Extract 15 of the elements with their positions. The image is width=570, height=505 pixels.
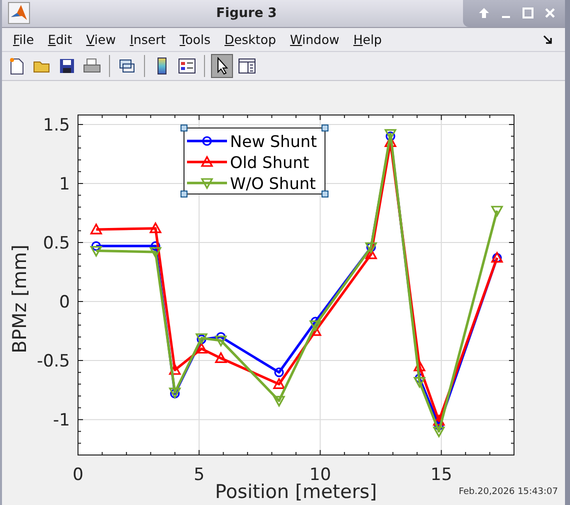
y-axis-label: BPMz [mm] — [9, 244, 31, 354]
legend-label: Old Shunt — [230, 153, 310, 172]
y-tick-label: 1.5 — [42, 115, 70, 136]
y-tick-label: 0.5 — [42, 234, 70, 254]
x-tick-label: 5 — [194, 465, 205, 485]
legend-label: W/O Shunt — [230, 174, 316, 193]
x-tick-label: 0 — [72, 465, 84, 485]
y-tick-label: -0.5 — [36, 352, 70, 372]
x-tick-label: 15 — [430, 465, 452, 485]
timestamp: Feb.20,2026 15:43:07 — [458, 487, 558, 497]
window-title: Figure 3 — [215, 6, 278, 21]
y-tick-label: 0 — [59, 292, 70, 313]
y-tick-label: -1 — [53, 410, 70, 431]
y-tick-label: 1 — [59, 174, 70, 194]
legend-label: New Shunt — [230, 132, 317, 151]
